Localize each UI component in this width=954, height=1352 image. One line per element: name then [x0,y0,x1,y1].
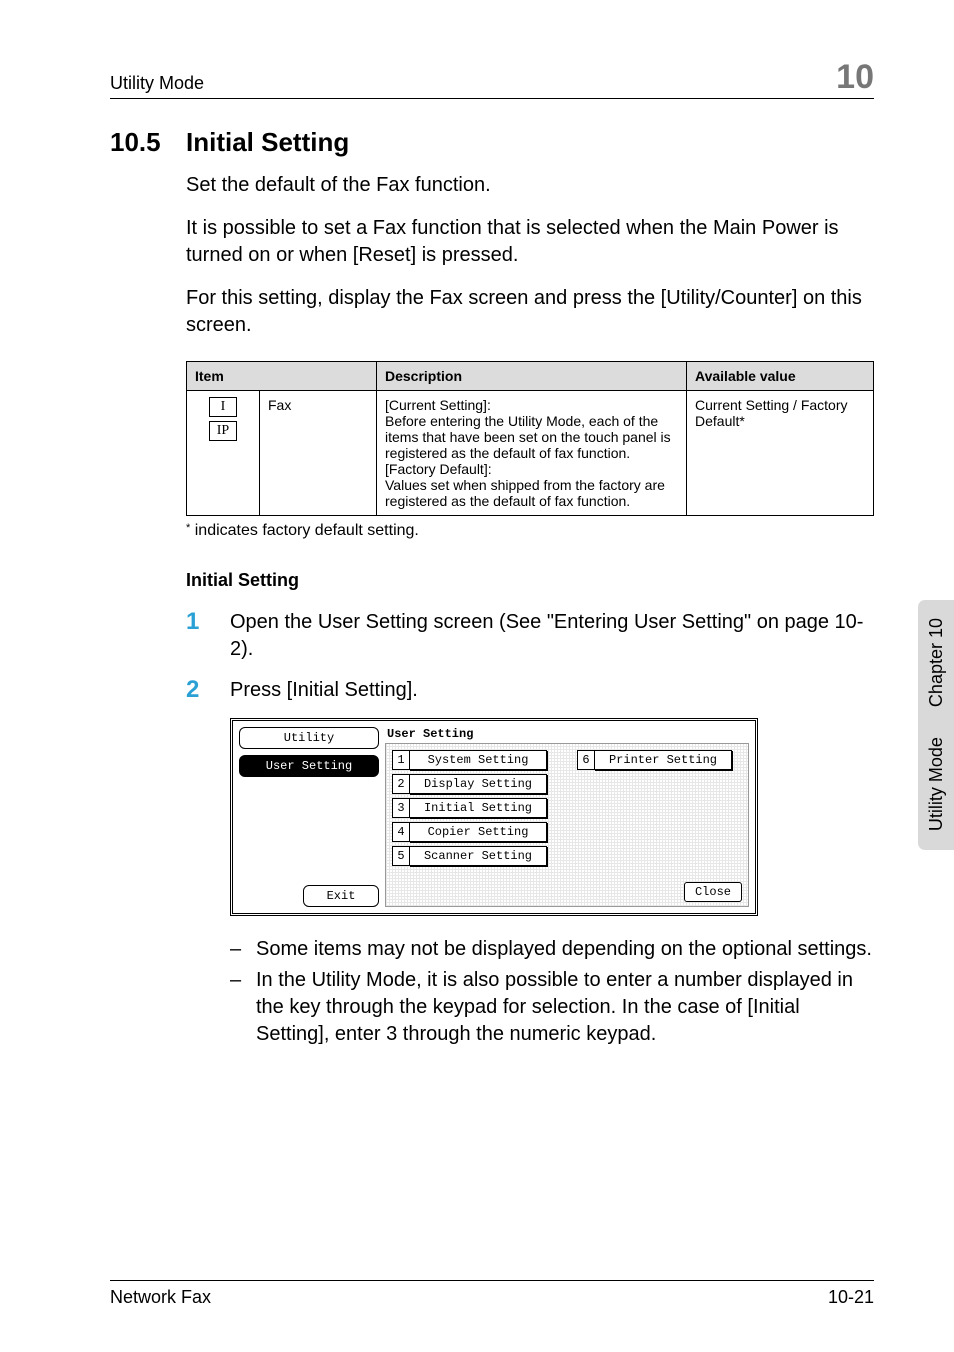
side-tab-top: Chapter 10 [926,618,946,707]
footnote: * indicates factory default setting. [186,522,874,540]
user-setting-screenshot: Utility User Setting Exit User Setting 1 [230,718,758,916]
footer-left: Network Fax [110,1287,211,1308]
page-footer: Network Fax 10-21 [110,1280,874,1308]
side-chapter-tab: Utility Mode Chapter 10 [918,600,954,850]
section-number: 10.5 [110,127,186,158]
step-2-text: Press [Initial Setting]. [230,677,418,704]
screenshot-main: User Setting 1 System Setting 2 Displa [385,727,749,907]
table-cell-item: Fax [260,391,377,516]
step-1-number: 1 [186,609,230,663]
page-header: Utility Mode 10 [110,60,874,99]
screenshot-title: User Setting [385,727,749,743]
paragraph-2: It is possible to set a Fax function tha… [186,215,874,269]
table-head-available: Available value [687,362,874,391]
menu-item-display-setting[interactable]: 2 Display Setting [392,774,547,794]
settings-table: Item Description Available value I IP Fa… [186,361,874,516]
header-chapter-number: 10 [836,60,874,94]
user-setting-button[interactable]: User Setting [239,755,379,777]
paragraph-1: Set the default of the Fax function. [186,172,874,199]
step-1-text: Open the User Setting screen (See "Enter… [230,609,874,663]
step-2-number: 2 [186,677,230,704]
table-cell-description: [Current Setting]: Before entering the U… [377,391,687,516]
exit-button[interactable]: Exit [303,885,379,907]
footer-right: 10-21 [828,1287,874,1308]
menu-item-scanner-setting[interactable]: 5 Scanner Setting [392,846,547,866]
section-title: Initial Setting [186,127,349,158]
note-1: – Some items may not be displayed depend… [230,936,874,963]
step-2-notes: – Some items may not be displayed depend… [230,936,874,1048]
menu-item-printer-setting[interactable]: 6 Printer Setting [577,750,732,770]
table-cell-icons: I IP [187,391,260,516]
mode-icon-ip: IP [209,421,237,441]
paragraph-3: For this setting, display the Fax screen… [186,285,874,339]
menu-item-initial-setting[interactable]: 3 Initial Setting [392,798,547,818]
side-tab-bottom: Utility Mode [926,738,946,832]
table-head-description: Description [377,362,687,391]
menu-item-copier-setting[interactable]: 4 Copier Setting [392,822,547,842]
screenshot-sidebar: Utility User Setting Exit [239,727,379,907]
note-2: – In the Utility Mode, it is also possib… [230,967,874,1048]
menu-item-system-setting[interactable]: 1 System Setting [392,750,547,770]
table-cell-available: Current Setting / Factory Default* [687,391,874,516]
mode-icon-i: I [209,397,237,417]
step-2: 2 Press [Initial Setting]. [186,677,874,704]
table-head-item: Item [187,362,377,391]
close-button[interactable]: Close [684,882,742,902]
step-1: 1 Open the User Setting screen (See "Ent… [186,609,874,663]
section-heading: 10.5 Initial Setting [110,127,874,158]
header-title: Utility Mode [110,73,836,94]
utility-button[interactable]: Utility [239,727,379,749]
table-row: I IP Fax [Current Setting]: Before enter… [187,391,874,516]
procedure-subheading: Initial Setting [186,570,874,591]
